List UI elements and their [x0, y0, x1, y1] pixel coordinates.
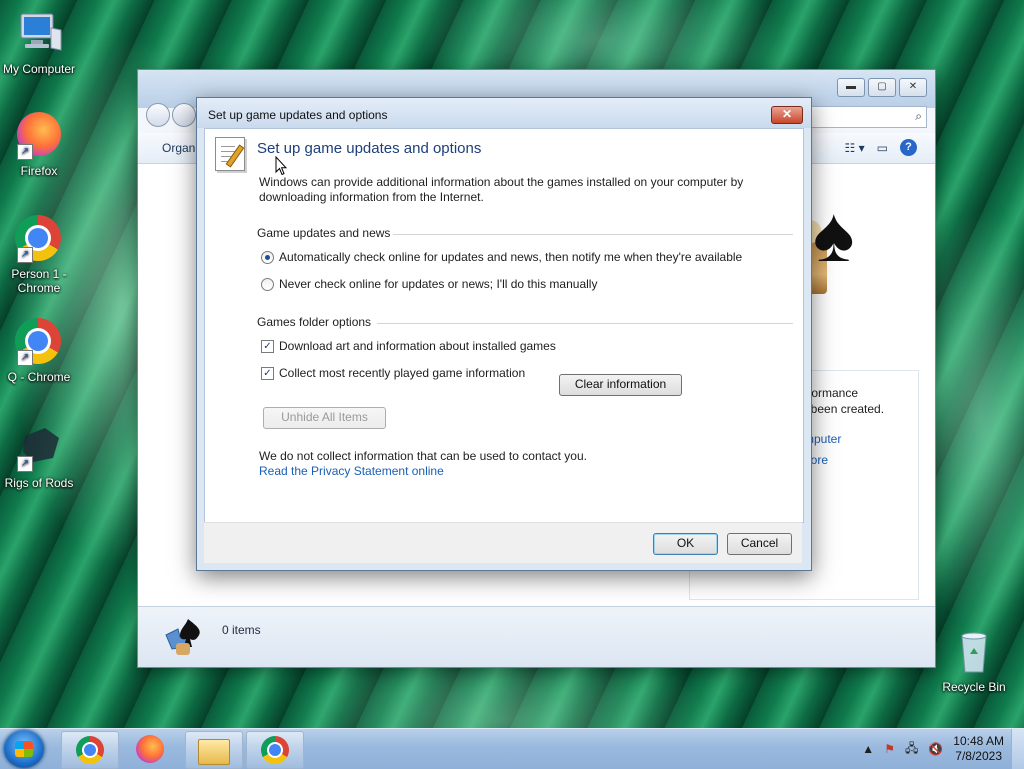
back-button[interactable]	[146, 103, 170, 127]
checkbox-checked[interactable]: ✓	[261, 339, 274, 353]
radio-button-selected[interactable]	[261, 250, 274, 264]
view-options-icon[interactable]: ☷ ▾	[845, 141, 865, 155]
organize-menu[interactable]: Organ	[162, 141, 195, 155]
desktop-icon-person1-chrome[interactable]: ↗ Person 1 - Chrome	[0, 215, 82, 295]
desktop-icon-label: Recycle Bin	[942, 680, 1006, 694]
radio-label: Never check online for updates or news; …	[279, 277, 598, 291]
search-icon[interactable]: ⌕	[915, 109, 922, 124]
volume-muted-icon[interactable]: 🔇	[928, 742, 943, 756]
firefox-icon	[136, 735, 164, 763]
shortcut-arrow-icon: ↗	[17, 247, 33, 263]
chrome-icon	[76, 736, 104, 764]
clear-information-button[interactable]: Clear information	[559, 374, 682, 396]
help-icon[interactable]: ?	[900, 139, 917, 156]
ok-button[interactable]: OK	[653, 533, 718, 555]
checkbox-collect-recent[interactable]: ✓ Collect most recently played game info…	[261, 366, 525, 380]
taskbar-item-firefox[interactable]	[122, 731, 178, 767]
navigation-buttons	[146, 103, 196, 127]
folder-icon	[198, 739, 230, 765]
computer-icon	[15, 10, 63, 58]
recycle-bin-icon	[950, 628, 998, 676]
cancel-button[interactable]: Cancel	[727, 533, 792, 555]
network-icon[interactable]: 🖧	[905, 739, 918, 760]
side-panel-text-1: rformance	[804, 386, 859, 400]
preview-pane-icon[interactable]: ▭	[877, 141, 888, 155]
action-center-flag-icon[interactable]: ⚑	[884, 742, 895, 756]
section-title-updates: Game updates and news	[257, 226, 391, 240]
status-bar: 0 items	[138, 606, 935, 667]
search-box[interactable]: ⌕	[805, 106, 927, 128]
desktop-icon-label: Rigs of Rods	[4, 476, 74, 490]
item-count: 0 items	[222, 623, 261, 637]
chrome-icon: ↗	[15, 318, 63, 366]
dialog-heading: Set up game updates and options	[257, 140, 482, 157]
desktop-icon-firefox[interactable]: ↗ Firefox	[0, 112, 82, 178]
games-folder-icon	[162, 613, 208, 659]
desktop-icon-recycle-bin[interactable]: Recycle Bin	[931, 628, 1017, 694]
desktop-icon-label: Firefox	[20, 164, 58, 178]
unhide-all-items-button[interactable]: Unhide All Items	[263, 407, 386, 429]
maximize-button[interactable]: ▢	[868, 78, 896, 97]
mouse-cursor-icon	[275, 156, 287, 176]
section-title-folder: Games folder options	[257, 315, 372, 329]
rigs-of-rods-icon: ↗	[15, 424, 63, 472]
windows-logo-icon	[15, 741, 33, 757]
taskbar-item-explorer[interactable]	[185, 731, 243, 769]
close-button[interactable]: ✕	[899, 78, 927, 97]
intro-text: Windows can provide additional informati…	[259, 175, 744, 204]
desktop-icon-rigs-of-rods[interactable]: ↗ Rigs of Rods	[0, 424, 82, 490]
side-panel-text-2: t been created.	[804, 402, 885, 416]
taskbar-item-chrome[interactable]	[61, 731, 119, 769]
checkbox-download-art[interactable]: ✓ Download art and information about ins…	[261, 339, 556, 353]
clock-date: 7/8/2023	[955, 749, 1002, 763]
checkbox-label: Download art and information about insta…	[279, 339, 556, 353]
dialog-title: Set up game updates and options	[208, 108, 388, 122]
show-desktop-button[interactable]	[1011, 729, 1024, 769]
desktop-icon-label: My Computer	[2, 62, 76, 76]
desktop-icon-label: Q - Chrome	[7, 370, 71, 384]
section-divider	[393, 234, 793, 235]
section-divider	[377, 323, 793, 324]
privacy-note: We do not collect information that can b…	[259, 449, 587, 463]
desktop-icon-q-chrome[interactable]: ↗ Q - Chrome	[0, 318, 82, 384]
privacy-statement-link[interactable]: Read the Privacy Statement online	[259, 464, 444, 478]
game-updates-dialog: Set up game updates and options ✕ Set up…	[196, 97, 812, 571]
shortcut-arrow-icon: ↗	[17, 144, 33, 160]
taskbar: ▲ ⚑ 🖧 🔇 10:48 AM 7/8/2023	[0, 728, 1024, 769]
desktop-icon-label: Person 1 - Chrome	[11, 267, 67, 295]
taskbar-item-chrome-2[interactable]	[246, 731, 304, 769]
checkbox-label: Collect most recently played game inform…	[279, 366, 526, 380]
radio-button[interactable]	[261, 277, 274, 291]
chrome-icon	[261, 736, 289, 764]
radio-label: Automatically check online for updates a…	[279, 250, 743, 264]
desktop-icon-my-computer[interactable]: My Computer	[0, 10, 82, 76]
system-tray: ▲ ⚑ 🖧 🔇 10:48 AM 7/8/2023	[862, 729, 1024, 769]
dialog-titlebar[interactable]: Set up game updates and options ✕	[197, 98, 811, 128]
minimize-button[interactable]: ▬	[837, 78, 865, 97]
forward-button[interactable]	[172, 103, 196, 127]
window-controls: ▬ ▢ ✕	[837, 78, 927, 97]
start-button[interactable]	[4, 730, 44, 768]
clock[interactable]: 10:48 AM 7/8/2023	[953, 734, 1004, 764]
show-hidden-icons-icon[interactable]: ▲	[862, 742, 874, 756]
radio-never-check[interactable]: Never check online for updates or news; …	[261, 277, 597, 291]
checkbox-checked[interactable]: ✓	[261, 366, 274, 380]
clock-time: 10:48 AM	[953, 734, 1004, 748]
dialog-body: Set up game updates and options Windows …	[204, 128, 804, 523]
firefox-icon: ↗	[15, 112, 63, 160]
shortcut-arrow-icon: ↗	[17, 350, 33, 366]
radio-auto-check[interactable]: Automatically check online for updates a…	[261, 250, 742, 264]
options-document-icon	[215, 137, 245, 171]
shortcut-arrow-icon: ↗	[17, 456, 33, 472]
chrome-icon: ↗	[15, 215, 63, 263]
close-button[interactable]: ✕	[771, 106, 803, 124]
dialog-footer: OK Cancel	[204, 522, 802, 563]
